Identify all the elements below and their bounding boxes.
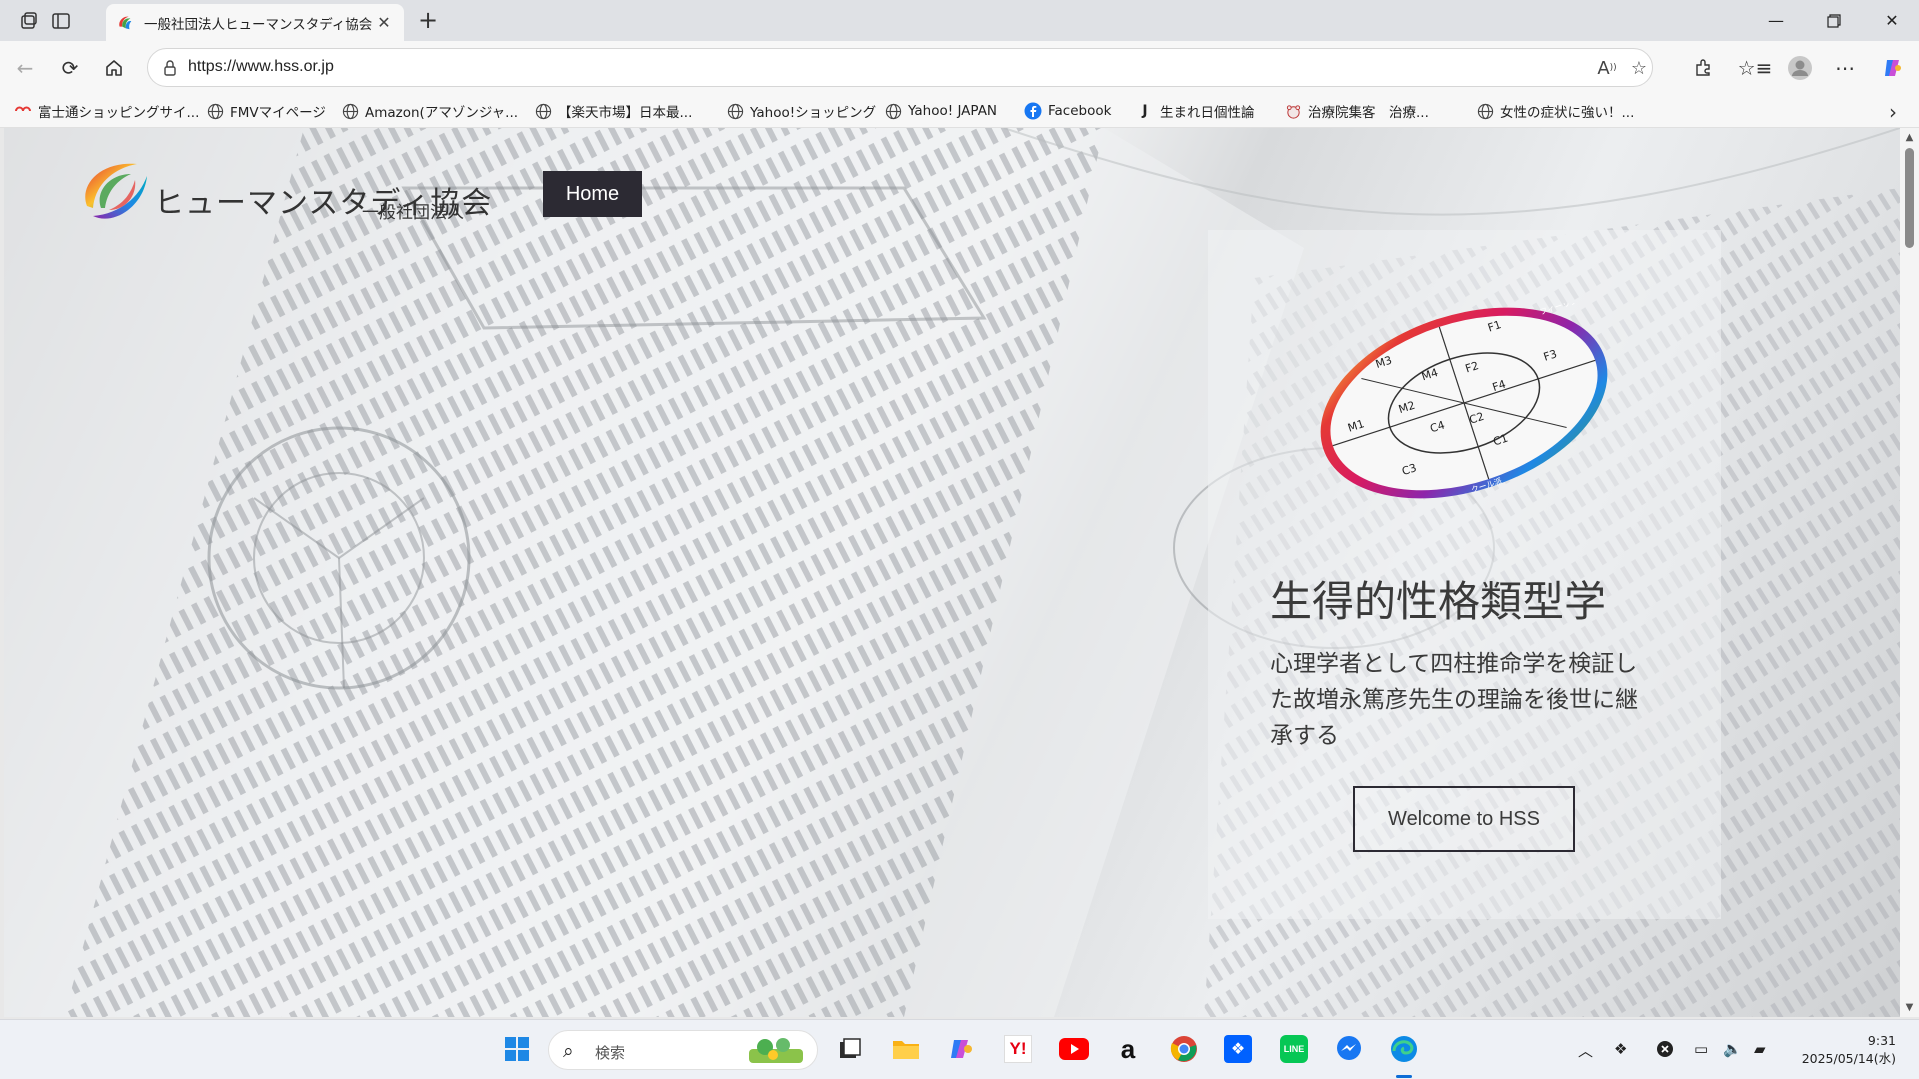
search-icon: ⌕ bbox=[563, 1040, 574, 1062]
taskbar: ⌕ 検索 Y! a ❖ LINE ︿ ❖ ▭ 🔈 ▰ 9:31 2025/05/… bbox=[0, 1019, 1919, 1079]
url-text[interactable]: https://www.hss.or.jp bbox=[188, 58, 334, 76]
scroll-up-icon[interactable]: ▲ bbox=[1904, 132, 1915, 143]
windows-start-icon[interactable] bbox=[499, 1031, 535, 1067]
globe-icon bbox=[884, 102, 902, 120]
taskbar-search-box[interactable]: ⌕ 検索 bbox=[548, 1030, 818, 1070]
clock-time: 9:31 bbox=[1867, 1033, 1896, 1048]
new-tab-button[interactable]: + bbox=[414, 7, 442, 35]
more-options-icon[interactable]: ⋯ bbox=[1830, 53, 1860, 83]
copilot-sidebar-icon[interactable] bbox=[1878, 53, 1908, 83]
site-logo[interactable]: 一般社団法人 ヒューマンスタディ協会 bbox=[79, 156, 493, 226]
personality-wheel-diagram: F1 F2 F3 F4 M1 M2 M3 M4 C1 C2 C3 C4 フィーリ… bbox=[1320, 303, 1608, 499]
show-hidden-icons-icon[interactable]: ︿ bbox=[1578, 1040, 1593, 1061]
bookmark-item[interactable]: 富士通ショッピングサイ... bbox=[14, 100, 199, 122]
bookmark-item[interactable]: 治療院集客 治療... bbox=[1284, 100, 1429, 122]
volume-icon[interactable]: 🔈 bbox=[1723, 1040, 1742, 1058]
refresh-icon[interactable]: ⟳ bbox=[55, 53, 85, 83]
bookmark-item[interactable]: 【楽天市場】日本最... bbox=[534, 100, 692, 122]
tab-title: 一般社団法人ヒューマンスタディ協会 bbox=[144, 16, 373, 33]
address-bar[interactable]: https://www.hss.or.jp A)) ☆ bbox=[147, 48, 1653, 87]
title-bar: 一般社団法人ヒューマンスタディ協会 ✕ + — ✕ bbox=[0, 0, 1919, 41]
network-icon[interactable]: ▭ bbox=[1694, 1040, 1708, 1058]
yahoo-icon[interactable]: Y! bbox=[1000, 1031, 1036, 1067]
messenger-icon[interactable] bbox=[1331, 1031, 1367, 1067]
file-explorer-icon[interactable] bbox=[888, 1031, 924, 1067]
svg-text:フィーリング: フィーリング bbox=[1538, 303, 1587, 317]
site-favicon-icon bbox=[119, 16, 132, 29]
bookmark-item[interactable]: 女性の症状に強い！... bbox=[1476, 100, 1634, 122]
globe-icon bbox=[341, 102, 359, 120]
profile-avatar[interactable] bbox=[1785, 53, 1815, 83]
extensions-icon[interactable] bbox=[1688, 53, 1718, 83]
read-aloud-icon[interactable]: A)) bbox=[1596, 57, 1618, 79]
site-info-icon[interactable] bbox=[160, 58, 180, 78]
bookmark-item[interactable]: Yahoo! JAPAN bbox=[884, 100, 997, 122]
welcome-button[interactable]: Welcome to HSS bbox=[1353, 786, 1575, 852]
youtube-icon[interactable] bbox=[1056, 1031, 1092, 1067]
tab-active[interactable]: 一般社団法人ヒューマンスタディ協会 ✕ bbox=[106, 4, 404, 41]
chevron-right-icon[interactable]: › bbox=[1889, 100, 1897, 124]
hero-description: 心理学者として四柱推命学を検証した故増永篤彦先生の理論を後世に継承する bbox=[1270, 651, 1638, 749]
dropbox-tray-icon[interactable]: ❖ bbox=[1614, 1040, 1627, 1058]
bookmark-item[interactable]: J 生まれ日個性論 bbox=[1136, 100, 1254, 122]
dropbox-icon[interactable]: ❖ bbox=[1220, 1031, 1256, 1067]
globe-icon bbox=[206, 102, 224, 120]
bear-icon bbox=[1284, 102, 1302, 120]
globe-icon bbox=[1476, 102, 1494, 120]
close-window-icon[interactable]: ✕ bbox=[1867, 0, 1917, 41]
bookmarks-bar: 富士通ショッピングサイ... FMVマイページ Amazon(アマゾンジャ...… bbox=[0, 94, 1919, 128]
line-icon[interactable]: LINE bbox=[1276, 1031, 1312, 1067]
bookmark-item[interactable]: Amazon(アマゾンジャ... bbox=[341, 100, 518, 122]
tab-close-icon[interactable]: ✕ bbox=[374, 13, 394, 32]
logo-title: ヒューマンスタディ協会 bbox=[154, 186, 493, 221]
home-icon[interactable] bbox=[99, 53, 129, 83]
status-x-icon[interactable] bbox=[1656, 1040, 1674, 1062]
active-app-indicator bbox=[1396, 1075, 1412, 1078]
scrollbar-thumb[interactable] bbox=[1905, 148, 1914, 248]
web-page: 一般社団法人 ヒューマンスタディ協会 Home F1 F2 F3 F4 M1 M… bbox=[4, 128, 1900, 1017]
copilot-icon[interactable] bbox=[944, 1031, 980, 1067]
navigation-bar: ← ⟳ https://www.hss.or.jp A)) ☆ ☆≡ ⋯ bbox=[0, 41, 1919, 94]
system-clock[interactable]: 9:31 2025/05/14(水) bbox=[1802, 1032, 1896, 1068]
task-view-icon[interactable] bbox=[832, 1031, 868, 1067]
minimize-icon[interactable]: — bbox=[1751, 0, 1801, 41]
amazon-icon[interactable]: a bbox=[1110, 1031, 1146, 1067]
chrome-icon[interactable] bbox=[1166, 1031, 1202, 1067]
back-icon[interactable]: ← bbox=[10, 53, 40, 83]
vertical-tabs-icon[interactable] bbox=[48, 8, 74, 34]
page-scrollbar[interactable]: ▲ ▼ bbox=[1900, 128, 1919, 1017]
facebook-icon bbox=[1024, 102, 1042, 120]
scroll-down-icon[interactable]: ▼ bbox=[1904, 1002, 1915, 1013]
globe-icon bbox=[534, 102, 552, 120]
bookmark-item[interactable]: Facebook bbox=[1024, 100, 1111, 122]
favorites-icon[interactable]: ☆≡ bbox=[1738, 53, 1773, 83]
battery-icon[interactable]: ▰ bbox=[1754, 1040, 1766, 1058]
hero-title: 生得的性格類型学 bbox=[1270, 577, 1607, 626]
taskbar-search-placeholder: 検索 bbox=[595, 1044, 626, 1062]
bookmark-item[interactable]: Yahoo!ショッピング bbox=[726, 100, 876, 122]
favorite-star-icon[interactable]: ☆ bbox=[1628, 57, 1650, 79]
workspaces-icon[interactable] bbox=[16, 8, 42, 34]
edge-icon[interactable] bbox=[1386, 1031, 1422, 1067]
search-highlight-icon bbox=[749, 1038, 803, 1063]
clock-date: 2025/05/14(水) bbox=[1801, 1051, 1896, 1066]
nav-home-button[interactable]: Home bbox=[543, 171, 642, 217]
fujitsu-icon bbox=[14, 102, 32, 120]
globe-icon bbox=[726, 102, 744, 120]
j-icon: J bbox=[1142, 103, 1148, 119]
logo-mark-icon bbox=[85, 163, 147, 219]
restore-icon[interactable] bbox=[1809, 0, 1859, 41]
bookmark-item[interactable]: FMVマイページ bbox=[206, 100, 326, 122]
